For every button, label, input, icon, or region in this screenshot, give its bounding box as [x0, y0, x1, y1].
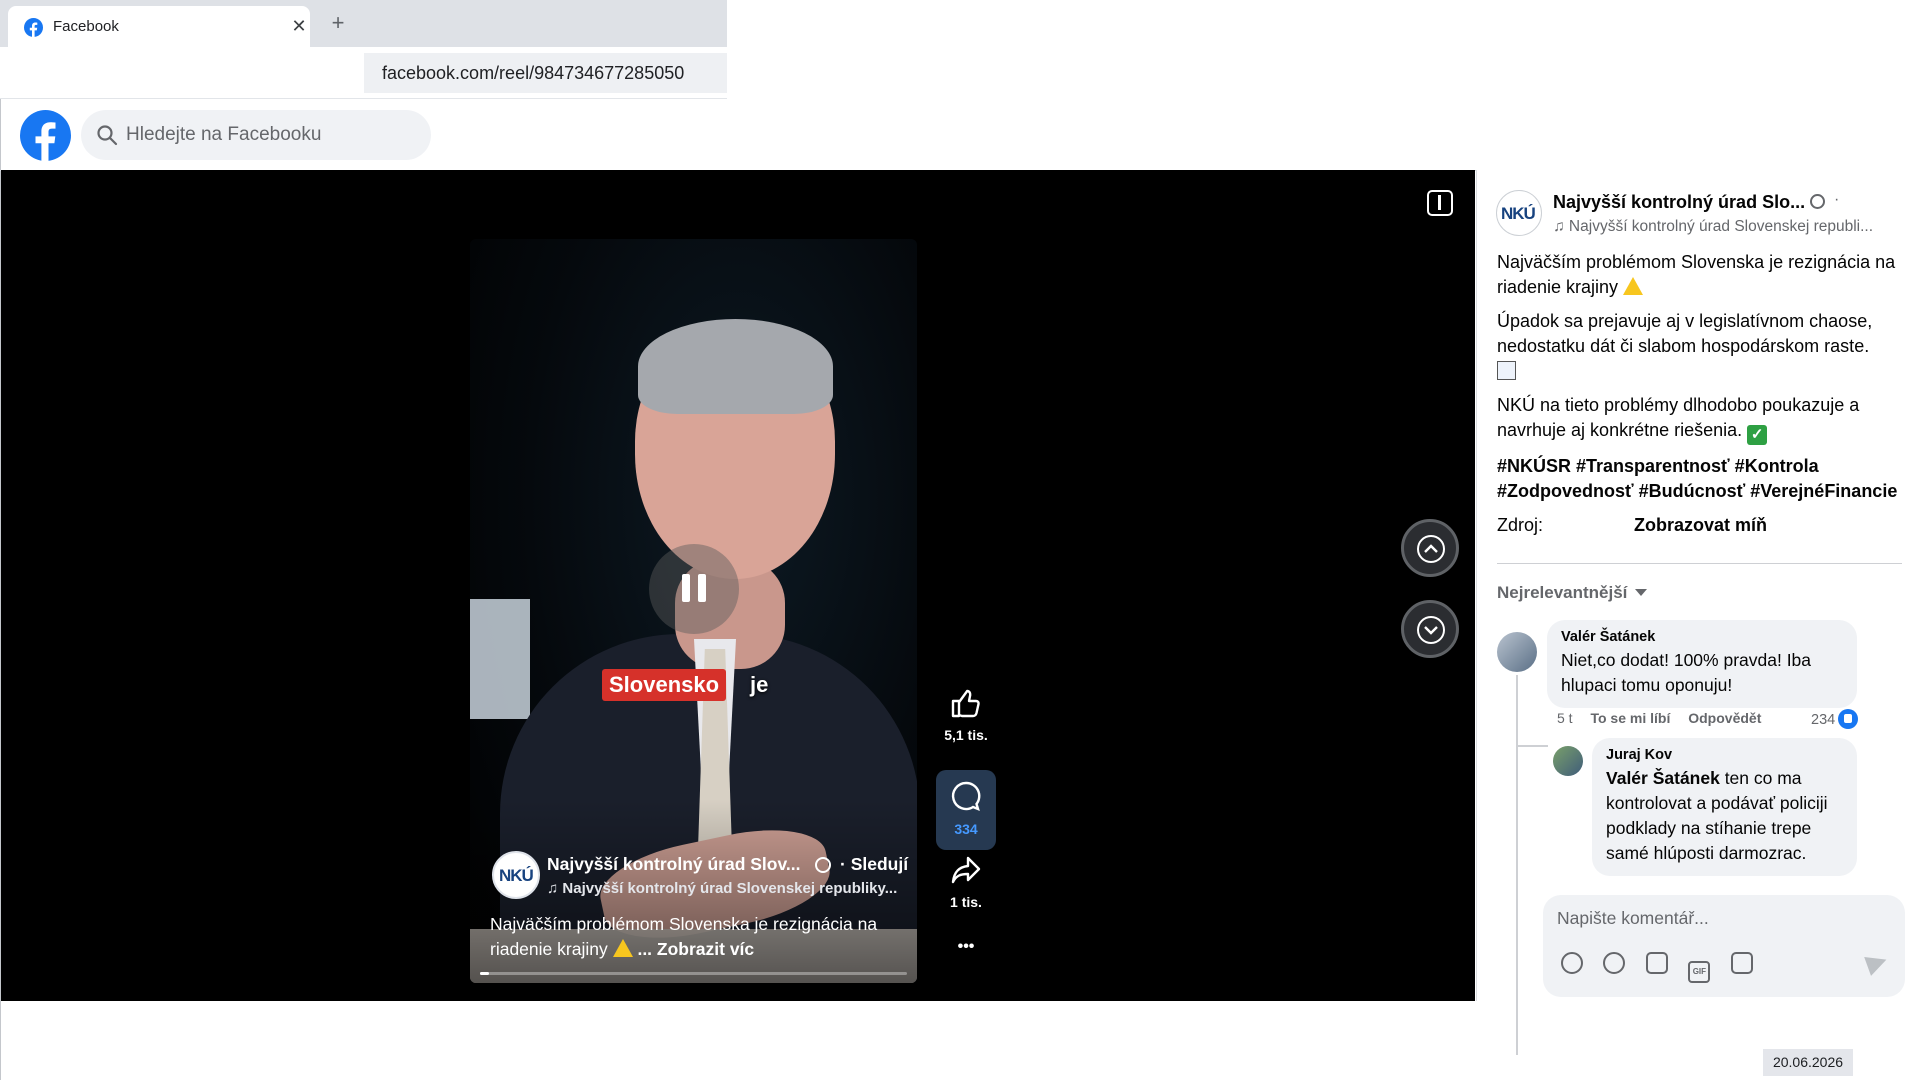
globe-icon — [1810, 194, 1825, 209]
follow-button[interactable]: · Sledují — [840, 854, 908, 875]
address-bar[interactable]: facebook.com/reel/984734677285050 — [364, 53, 727, 93]
search-icon — [97, 125, 118, 146]
like-icon — [951, 689, 980, 718]
warning-emoji-icon — [612, 939, 633, 957]
video-caption-rest: je — [750, 672, 769, 697]
post-paragraph-3-text: NKÚ na tieto problémy dlhodobo poukazuje… — [1497, 395, 1860, 440]
send-icon[interactable] — [1864, 950, 1890, 976]
mention-link[interactable]: Valér Šatánek — [1606, 768, 1720, 788]
reply-bubble: Juraj Kov Valér Šatánek ten co ma kontro… — [1592, 738, 1857, 876]
post-details-panel: NKÚ Najvyšší kontrolný úrad Slo... · ♫ N… — [1476, 170, 1920, 1055]
comment-author[interactable]: Valér Šatánek — [1561, 629, 1843, 645]
composer-toolbar: GIF — [1561, 952, 1769, 983]
thread-connector — [1518, 745, 1548, 747]
source-label: Zdroj: — [1497, 515, 1544, 535]
close-icon[interactable]: ✕ — [288, 15, 310, 37]
comment-sort-dropdown[interactable]: Nejrelevantnější — [1497, 583, 1648, 603]
show-less-link[interactable]: Zobrazovat míň — [1634, 513, 1767, 538]
share-count: 1 tis. — [950, 894, 982, 910]
avatar-text: NKÚ — [1501, 204, 1536, 223]
sticker-icon[interactable] — [1730, 952, 1753, 974]
avatar-text: NKÚ — [499, 866, 534, 885]
next-reel-button[interactable] — [1401, 600, 1459, 658]
comment-reactions[interactable]: 234 — [1811, 709, 1859, 729]
facebook-favicon-icon — [24, 18, 43, 37]
avatar-sticker-icon[interactable] — [1561, 952, 1583, 974]
date-stamp: 20.06.2026 — [1763, 1049, 1853, 1076]
page-name-link[interactable]: Najvyšší kontrolný úrad Slo... — [1553, 192, 1805, 213]
post-paragraph-2-text: Úpadok sa prejavuje aj v legislatívnom c… — [1497, 311, 1873, 356]
tab-title: Facebook — [53, 18, 119, 35]
post-paragraph-2: Úpadok sa prejavuje aj v legislatívnom c… — [1497, 309, 1907, 384]
sidebar-toggle-icon[interactable] — [1427, 190, 1453, 216]
avatar[interactable] — [1553, 746, 1583, 776]
comment-like-button[interactable]: To se mi líbí — [1590, 710, 1670, 726]
avatar[interactable]: NKÚ — [492, 851, 540, 899]
chart-down-emoji-icon — [1497, 361, 1516, 380]
section-divider — [1497, 563, 1902, 564]
like-reaction-icon — [1838, 709, 1859, 729]
gif-icon[interactable]: GIF — [1688, 961, 1711, 983]
thread-line — [1516, 675, 1518, 1055]
search-field[interactable]: Hledejte na Facebooku — [81, 110, 431, 160]
video-progress-fill — [480, 972, 489, 975]
comment-input[interactable]: Napište komentář... — [1557, 908, 1709, 929]
separator-dot: · — [1834, 191, 1840, 208]
see-more-link[interactable]: ... Zobrazit víc — [637, 939, 754, 959]
comment-reply-button[interactable]: Odpovědět — [1688, 710, 1761, 726]
pause-icon[interactable] — [649, 544, 739, 634]
address-bar-row: facebook.com/reel/984734677285050 — [0, 47, 727, 99]
facebook-logo-icon[interactable] — [20, 110, 71, 161]
video-caption-highlight: Slovensko — [602, 669, 727, 701]
sort-label: Nejrelevantnější — [1497, 583, 1628, 602]
avatar[interactable] — [1497, 632, 1537, 672]
camera-icon[interactable] — [1645, 952, 1668, 974]
chevron-down-icon — [1417, 616, 1445, 644]
url-text: facebook.com/reel/984734677285050 — [382, 63, 685, 83]
caret-down-icon — [1635, 589, 1648, 596]
reel-stage: Slovensko je NKÚ Najvyšší kontrolný úrad… — [1, 170, 1475, 1001]
audio-link[interactable]: ♫ Najvyšší kontrolný úrad Slovenskej rep… — [1553, 218, 1873, 236]
chevron-up-icon — [1417, 535, 1445, 563]
share-icon — [951, 856, 981, 884]
post-text: Najväčším problémom Slovenska je rezigná… — [1497, 250, 1907, 539]
post-paragraph-1-text: Najväčším problémom Slovenska je rezigná… — [1497, 252, 1896, 297]
comment-icon — [951, 781, 981, 812]
search-placeholder: Hledejte na Facebooku — [126, 124, 322, 145]
video-description: Najväčším problémom Slovenska je rezigná… — [490, 912, 900, 962]
comment-bubble: Valér Šatánek Niet,co dodat! 100% pravda… — [1547, 620, 1857, 708]
emoji-icon[interactable] — [1603, 952, 1626, 974]
previous-reel-button[interactable] — [1401, 519, 1459, 577]
like-button[interactable]: 5,1 tis. — [936, 688, 996, 743]
source-row: Zdroj: Zobrazovat míň — [1497, 513, 1907, 539]
reel-video[interactable]: Slovensko je NKÚ Najvyšší kontrolný úrad… — [470, 239, 917, 983]
warning-emoji-icon — [1623, 277, 1644, 295]
comment-text: Niet,co dodat! 100% pravda! Iba hlupaci … — [1561, 650, 1812, 695]
comment-count: 334 — [954, 821, 978, 837]
post-paragraph-3: NKÚ na tieto problémy dlhodobo poukazuje… — [1497, 393, 1907, 445]
studio-background — [470, 599, 530, 719]
hashtags[interactable]: #NKÚSR #Transparentnosť #Kontrola #Zodpo… — [1497, 454, 1907, 504]
audio-link[interactable]: ♫ Najvyšší kontrolný úrad Slovenskej rep… — [547, 880, 897, 897]
browser-tab-facebook[interactable]: Facebook ✕ — [8, 6, 310, 47]
video-progress-bar[interactable] — [480, 972, 907, 975]
globe-icon — [815, 857, 831, 873]
comment-age: 5 t — [1557, 710, 1573, 726]
comment-author[interactable]: Juraj Kov — [1606, 747, 1843, 763]
comment-meta: 5 t To se mi líbí Odpovědět — [1557, 710, 1761, 726]
reaction-count: 234 — [1811, 712, 1836, 728]
comment-text: Valér Šatánek ten co ma kontrolovat a po… — [1606, 768, 1828, 863]
post-paragraph-1: Najväčším problémom Slovenska je rezigná… — [1497, 250, 1907, 300]
more-icon[interactable]: ••• — [936, 938, 996, 956]
share-button[interactable]: 1 tis. — [936, 855, 996, 910]
like-count: 5,1 tis. — [944, 727, 988, 743]
video-person-hair — [638, 319, 833, 414]
page-name-link[interactable]: Najvyšší kontrolný úrad Slov... — [547, 854, 801, 875]
comment-composer[interactable]: Napište komentář... GIF — [1543, 895, 1905, 997]
avatar[interactable]: NKÚ — [1496, 190, 1542, 236]
plus-icon[interactable]: + — [325, 10, 351, 36]
comment-button[interactable]: 334 — [936, 770, 996, 850]
browser-tab-strip: Facebook ✕ + — [0, 0, 727, 47]
check-emoji-icon: ✓ — [1747, 425, 1768, 445]
